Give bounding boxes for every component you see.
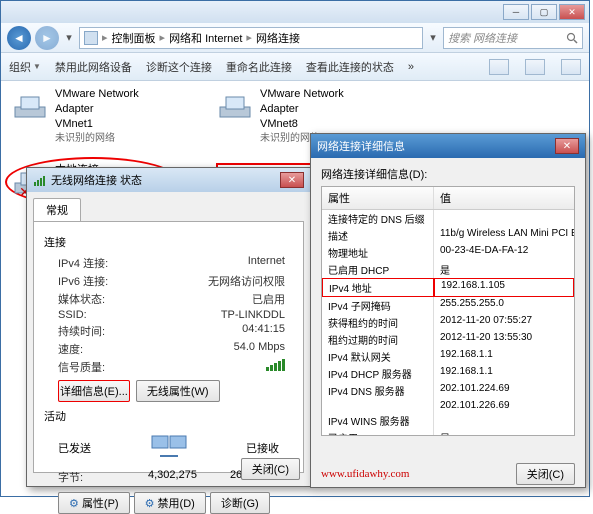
location-icon: [84, 31, 98, 45]
table-row[interactable]: IPv4 子网掩码255.255.255.0: [322, 297, 574, 314]
column-value[interactable]: 值: [434, 187, 574, 209]
signal-bars-icon: [266, 359, 285, 371]
adapter-name: VMware Network Adapter: [55, 87, 176, 117]
command-toolbar: 组织 ▼ 禁用此网络设备 诊断这个连接 重命名此连接 查看此连接的状态 »: [1, 53, 589, 81]
back-button[interactable]: ◄: [7, 26, 31, 50]
network-adapter-icon: [216, 87, 254, 125]
table-row[interactable]: 物理地址00-23-4E-DA-FA-12: [322, 244, 574, 261]
details-table: 属性 值 连接特定的 DNS 后缀描述11b/g Wireless LAN Mi…: [321, 186, 575, 436]
activity-icon: [148, 432, 190, 464]
wifi-status-dialog: 无线网络连接 状态 ✕ 常规 连接 IPv4 连接:Internet IPv6 …: [26, 167, 311, 487]
breadcrumb-network-internet[interactable]: 网络和 Internet: [169, 30, 242, 46]
close-status-button[interactable]: 关闭(C): [241, 458, 300, 480]
disable-button[interactable]: ⚙ 禁用(D): [134, 492, 206, 514]
dialog-title: 网络连接详细信息: [317, 138, 405, 154]
dialog-titlebar: 无线网络连接 状态 ✕: [27, 168, 310, 192]
search-box[interactable]: 搜索 网络连接: [443, 27, 583, 49]
column-property[interactable]: 属性: [322, 187, 434, 209]
view-status-button[interactable]: 查看此连接的状态: [306, 59, 394, 75]
more-button[interactable]: »: [408, 61, 414, 73]
wifi-icon: [33, 173, 47, 187]
close-button[interactable]: ✕: [280, 172, 304, 188]
help-button[interactable]: [561, 59, 581, 75]
table-row[interactable]: IPv4 地址192.168.1.105: [322, 278, 574, 297]
received-label: 已接收: [246, 440, 279, 456]
details-button[interactable]: 详细信息(E)...: [58, 380, 130, 402]
details-label: 网络连接详细信息(D):: [321, 166, 575, 182]
activity-section-label: 活动: [44, 408, 293, 424]
diagnose-button[interactable]: 诊断这个连接: [146, 59, 212, 75]
diagnose-button[interactable]: 诊断(G): [210, 492, 270, 514]
connection-section-label: 连接: [44, 234, 293, 250]
history-dropdown[interactable]: ▾: [63, 31, 75, 44]
table-row[interactable]: 202.101.226.69: [322, 399, 574, 412]
address-dropdown[interactable]: ▾: [427, 31, 439, 44]
table-row[interactable]: IPv4 DNS 服务器202.101.224.69: [322, 382, 574, 399]
maximize-button[interactable]: ▢: [531, 4, 557, 20]
navigation-bar: ◄ ► ▾ ▸ 控制面板 ▸ 网络和 Internet ▸ 网络连接 ▾ 搜索 …: [1, 23, 589, 53]
table-row[interactable]: 获得租约的时间2012-11-20 07:55:27: [322, 314, 574, 331]
watermark-text: www.ufidawhy.com: [321, 468, 409, 480]
window-titlebar: ─ ▢ ✕: [1, 1, 589, 23]
table-row[interactable]: 连接特定的 DNS 后缀: [322, 210, 574, 227]
search-placeholder: 搜索 网络连接: [448, 30, 517, 46]
disable-device-button[interactable]: 禁用此网络设备: [55, 59, 132, 75]
adapter-vmnet1[interactable]: VMware Network Adapter VMnet1 未识别的网络: [11, 87, 176, 145]
dialog-titlebar: 网络连接详细信息 ✕: [311, 134, 585, 158]
table-row[interactable]: 已启用 NetBIOS ove...是: [322, 429, 574, 436]
dialog-title: 无线网络连接 状态: [51, 172, 142, 188]
adapter-status: 未识别的网络: [55, 132, 176, 146]
preview-pane-button[interactable]: [525, 59, 545, 75]
properties-button[interactable]: ⚙ 属性(P): [58, 492, 130, 514]
minimize-button[interactable]: ─: [503, 4, 529, 20]
view-options-button[interactable]: [489, 59, 509, 75]
breadcrumb-network-connections[interactable]: 网络连接: [256, 30, 300, 46]
tab-general[interactable]: 常规: [33, 198, 81, 221]
organize-menu[interactable]: 组织 ▼: [9, 59, 41, 75]
table-row[interactable]: IPv4 默认网关192.168.1.1: [322, 348, 574, 365]
connection-details-dialog: 网络连接详细信息 ✕ 网络连接详细信息(D): 属性 值 连接特定的 DNS 后…: [310, 133, 586, 488]
address-bar[interactable]: ▸ 控制面板 ▸ 网络和 Internet ▸ 网络连接: [79, 27, 423, 49]
adapter-line2: VMnet1: [55, 117, 176, 132]
table-row[interactable]: IPv4 DHCP 服务器192.168.1.1: [322, 365, 574, 382]
breadcrumb-control-panel[interactable]: 控制面板: [112, 30, 156, 46]
network-adapter-icon: [11, 87, 49, 125]
close-button[interactable]: ✕: [559, 4, 585, 20]
forward-button[interactable]: ►: [35, 26, 59, 50]
search-icon: [566, 32, 578, 44]
adapter-name: VMware Network Adapter: [260, 87, 381, 117]
table-row[interactable]: IPv4 WINS 服务器: [322, 412, 574, 429]
table-row[interactable]: 租约过期的时间2012-11-20 13:55:30: [322, 331, 574, 348]
close-details-button[interactable]: 关闭(C): [516, 463, 575, 485]
sent-label: 已发送: [58, 440, 91, 456]
close-button[interactable]: ✕: [555, 138, 579, 154]
table-row[interactable]: 已启用 DHCP是: [322, 261, 574, 278]
adapter-line2: VMnet8: [260, 117, 381, 132]
table-row[interactable]: 描述11b/g Wireless LAN Mini PCI Ex: [322, 227, 574, 244]
rename-button[interactable]: 重命名此连接: [226, 59, 292, 75]
wireless-properties-button[interactable]: 无线属性(W): [136, 380, 220, 402]
